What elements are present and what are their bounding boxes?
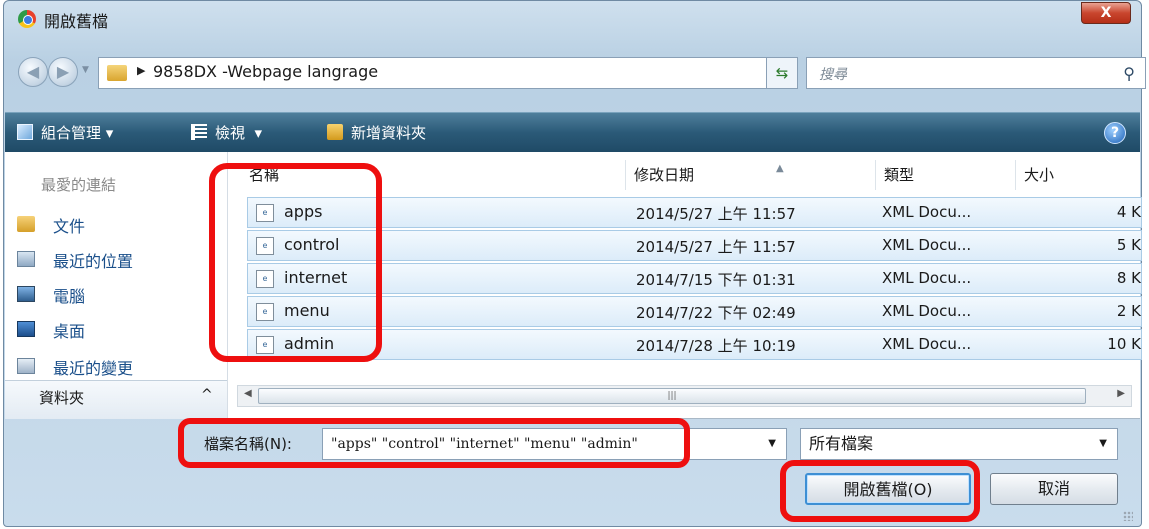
annotation-filename-highlight bbox=[178, 418, 690, 468]
favorite-links-heading: 最愛的連結 bbox=[41, 176, 117, 194]
history-dropdown-icon[interactable]: ▼ bbox=[82, 65, 89, 75]
new-folder-label: 新增資料夾 bbox=[351, 124, 427, 142]
breadcrumb-path[interactable]: 9858DX -Webpage langrage bbox=[153, 62, 378, 81]
file-date: 2014/5/27 上午 11:57 bbox=[636, 205, 796, 223]
computer-icon bbox=[17, 286, 35, 302]
help-icon[interactable]: ? bbox=[1104, 122, 1126, 144]
search-icon[interactable]: ⚲ bbox=[1123, 64, 1135, 83]
window-title: 開啟舊檔 bbox=[44, 12, 109, 31]
view-icon bbox=[191, 124, 207, 140]
file-type: XML Docu... bbox=[882, 203, 972, 221]
organize-label: 組合管理 bbox=[41, 124, 102, 142]
scrollbar-thumb[interactable]: ||| bbox=[258, 388, 1086, 404]
column-header-size[interactable]: 大小 bbox=[1016, 160, 1146, 190]
file-date: 2014/7/15 下午 01:31 bbox=[636, 271, 796, 289]
forward-button[interactable]: ▶ bbox=[48, 57, 78, 87]
filetype-select[interactable]: 所有檔案 ▼ bbox=[800, 428, 1118, 460]
column-date-label: 修改日期 bbox=[634, 166, 695, 184]
column-header-date[interactable]: 修改日期 ▲ bbox=[626, 160, 876, 190]
file-type: XML Docu... bbox=[882, 335, 972, 353]
recent-places-icon bbox=[17, 251, 35, 267]
nav-item-label: 文件 bbox=[53, 217, 86, 236]
nav-item-label: 最近的位置 bbox=[53, 252, 134, 271]
file-size: 2 K bbox=[1116, 302, 1141, 320]
organize-button[interactable]: 組合管理 ▾ bbox=[17, 122, 113, 143]
back-button[interactable]: ◀ bbox=[18, 57, 48, 87]
chrome-icon bbox=[18, 10, 36, 28]
nav-item-label: 電腦 bbox=[53, 287, 86, 306]
file-size: 4 K bbox=[1116, 203, 1141, 221]
view-label: 檢視 bbox=[215, 124, 246, 142]
horizontal-scrollbar[interactable]: ◀ ||| ▶ bbox=[237, 385, 1132, 407]
filetype-value: 所有檔案 bbox=[809, 434, 874, 453]
file-date: 2014/7/28 上午 10:19 bbox=[636, 337, 796, 355]
scroll-right-icon[interactable]: ▶ bbox=[1117, 388, 1125, 399]
column-size-label: 大小 bbox=[1024, 166, 1055, 184]
column-header-type[interactable]: 類型 bbox=[876, 160, 1016, 190]
address-row: ◀ ▶ ▼ ▶ 9858DX -Webpage langrage ▼ ⇆ 搜尋 … bbox=[18, 51, 1146, 93]
filename-dropdown-icon[interactable]: ▼ bbox=[768, 429, 776, 459]
new-folder-button[interactable]: 新增資料夾 bbox=[327, 122, 426, 143]
cancel-button[interactable]: 取消 bbox=[990, 473, 1118, 505]
file-size: 8 K bbox=[1116, 269, 1141, 287]
documents-folder-icon bbox=[17, 216, 35, 232]
search-input[interactable]: 搜尋 ⚲ bbox=[806, 57, 1146, 89]
chevron-up-icon[interactable]: ^ bbox=[201, 387, 213, 403]
folders-toggle[interactable]: 資料夾 ^ bbox=[5, 380, 227, 419]
file-size: 5 K bbox=[1116, 236, 1141, 254]
file-size: 10 K bbox=[1107, 335, 1141, 353]
forward-arrow-icon: ▶ bbox=[56, 62, 70, 81]
address-bar[interactable]: ▶ 9858DX -Webpage langrage ▼ bbox=[98, 57, 827, 89]
organize-icon bbox=[17, 124, 33, 140]
new-folder-icon bbox=[327, 124, 343, 140]
sort-ascending-icon: ▲ bbox=[776, 163, 784, 174]
file-type: XML Docu... bbox=[882, 269, 972, 287]
title-bar: 開啟舊檔 X bbox=[4, 1, 1141, 39]
annotation-open-button-highlight bbox=[780, 460, 980, 522]
nav-item-label: 最近的變更 bbox=[53, 359, 134, 378]
folder-icon bbox=[107, 65, 127, 81]
file-date: 2014/7/22 下午 02:49 bbox=[636, 304, 796, 322]
refresh-button[interactable]: ⇆ bbox=[766, 57, 798, 89]
nav-item-label: 桌面 bbox=[53, 322, 86, 341]
resize-grip-icon[interactable] bbox=[1123, 511, 1133, 521]
file-type: XML Docu... bbox=[882, 302, 972, 320]
column-type-label: 類型 bbox=[884, 166, 915, 184]
filetype-dropdown-icon[interactable]: ▼ bbox=[1099, 429, 1107, 459]
file-date: 2014/5/27 上午 11:57 bbox=[636, 238, 796, 256]
main-area: 最愛的連結 文件 最近的位置 電腦 桌面 最近的變更 資料夾 ^ 名稱 修改日期… bbox=[5, 152, 1142, 419]
desktop-icon bbox=[17, 321, 35, 337]
close-button[interactable]: X bbox=[1081, 2, 1131, 24]
recent-changes-icon bbox=[17, 358, 35, 374]
folders-label: 資料夾 bbox=[39, 389, 85, 407]
breadcrumb-arrow-icon[interactable]: ▶ bbox=[137, 64, 145, 77]
view-button[interactable]: 檢視 ▾ bbox=[191, 122, 262, 143]
scroll-left-icon[interactable]: ◀ bbox=[244, 388, 252, 399]
back-arrow-icon: ◀ bbox=[26, 62, 40, 81]
file-type: XML Docu... bbox=[882, 236, 972, 254]
refresh-icon: ⇆ bbox=[775, 64, 789, 82]
search-placeholder: 搜尋 bbox=[819, 67, 847, 83]
navigation-pane: 最愛的連結 文件 最近的位置 電腦 桌面 最近的變更 資料夾 ^ bbox=[5, 152, 228, 419]
annotation-files-highlight bbox=[209, 163, 382, 362]
command-toolbar: 組合管理 ▾ 檢視 ▾ 新增資料夾 ? bbox=[5, 112, 1140, 152]
